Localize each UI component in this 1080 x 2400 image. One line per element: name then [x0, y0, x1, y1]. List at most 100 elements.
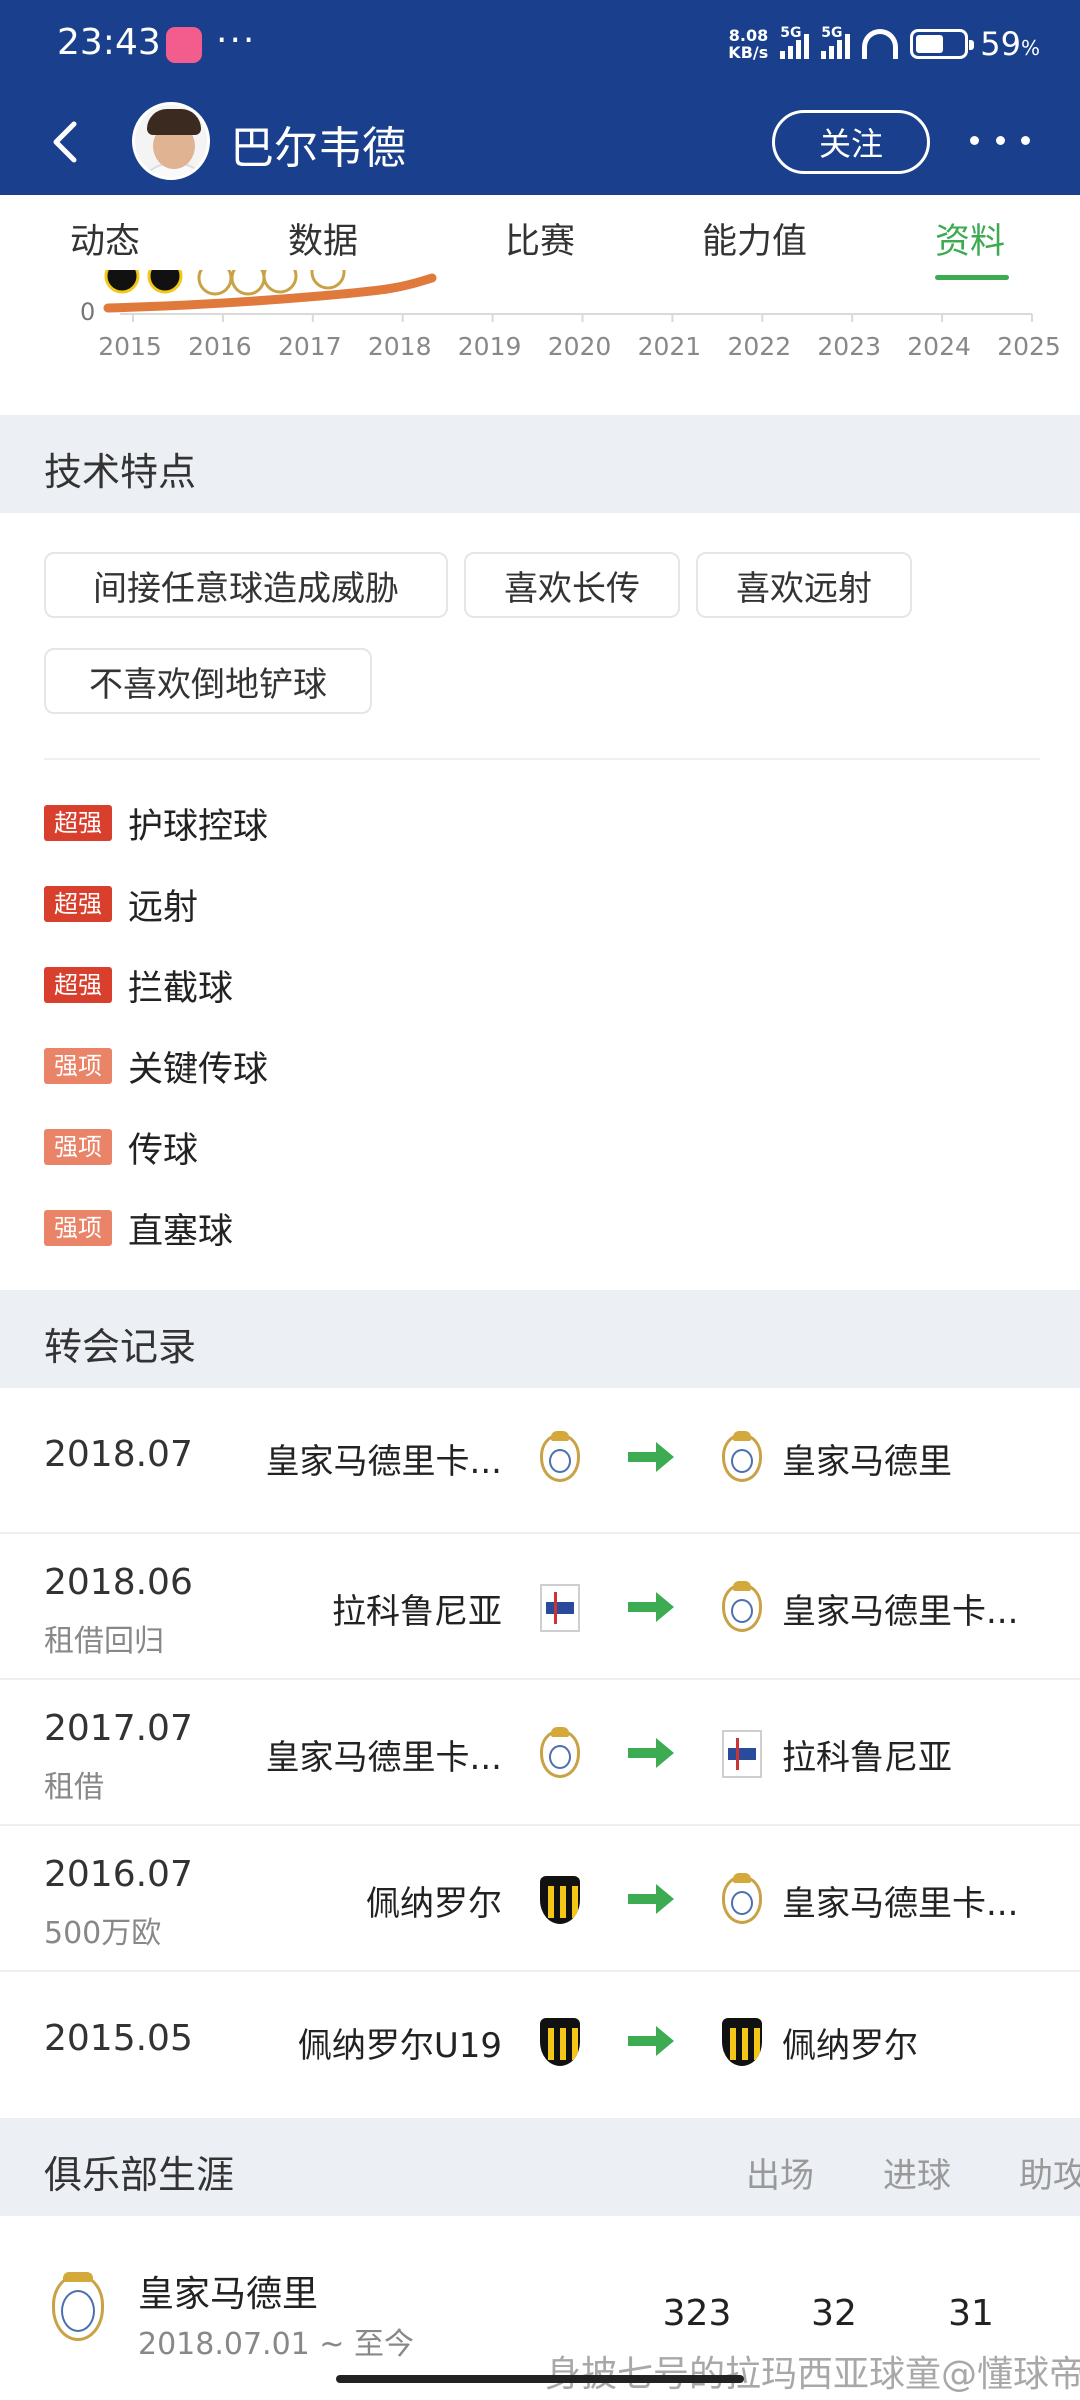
status-time: 23:43: [57, 22, 161, 63]
tab-ability[interactable]: 能力值: [702, 213, 807, 264]
penarol-crest-icon: [540, 2018, 580, 2066]
transfer-section-header: 转会记录: [0, 1290, 1080, 1388]
trait-label: 拦截球: [128, 968, 234, 1009]
bilibili-app-icon: [166, 27, 202, 63]
trait-level-badge: 强项: [44, 1129, 112, 1165]
career-period: 2018.07.01 ~ 至今: [138, 2327, 414, 2362]
x-tick-label: 2024: [907, 332, 971, 361]
transfer-to-club: 皇家马德里卡...: [782, 1592, 1019, 1632]
transfer-from-club: 拉科鲁尼亚: [332, 1592, 502, 1632]
wifi-icon: [862, 29, 899, 59]
x-tick-label: 2015: [98, 332, 162, 361]
player-header: 巴尔韦德 关注: [0, 90, 1080, 195]
career-club-name: 皇家马德里: [138, 2274, 319, 2315]
transfer-row[interactable]: 2016.07 500万欧 佩纳罗尔 皇家马德里卡...: [0, 1826, 1080, 1972]
real-madrid-crest-icon: [540, 1727, 580, 1778]
x-tick-label: 2021: [638, 332, 702, 361]
transfer-date: 2015.05: [44, 2018, 193, 2059]
tab-profile[interactable]: 资料: [935, 213, 1005, 264]
transfer-from-club: 皇家马德里卡...: [265, 1442, 502, 1482]
tech-section-title: 技术特点: [44, 450, 197, 494]
deportivo-crest-icon: [540, 1584, 580, 1632]
transfer-date: 2018.06: [44, 1562, 193, 1603]
transfer-note: 租借: [44, 1770, 104, 1805]
transfer-from-club: 佩纳罗尔U19: [297, 2026, 502, 2066]
x-tick-label: 2023: [817, 332, 881, 361]
status-bar: 23:43 ··· 8.08 KB/s 5G 5G 59%: [0, 0, 1080, 90]
real-madrid-marker: [310, 270, 346, 290]
x-tick-label: 2018: [368, 332, 432, 361]
career-assists: 31: [948, 2293, 994, 2334]
transfer-row[interactable]: 2018.07 皇家马德里卡... 皇家马德里: [0, 1388, 1080, 1534]
x-tick-label: 2017: [278, 332, 342, 361]
career-col-assists: 助攻: [1019, 2156, 1080, 2196]
home-indicator[interactable]: [336, 2375, 744, 2383]
top-bar: 23:43 ··· 8.08 KB/s 5G 5G 59% 巴尔韦德 关注: [0, 0, 1080, 195]
transfer-to-club: 佩纳罗尔: [782, 2026, 918, 2066]
transfer-date: 2018.07: [44, 1434, 193, 1475]
trait-label: 传球: [128, 1130, 199, 1171]
tech-section-header: 技术特点: [0, 415, 1080, 513]
trait-label: 护球控球: [128, 806, 269, 847]
player-avatar[interactable]: [132, 102, 210, 180]
transfer-section-title: 转会记录: [44, 1325, 197, 1369]
trait-row: 超强 拦截球: [44, 960, 233, 1010]
trait-row: 强项 传球: [44, 1122, 198, 1172]
x-tick-label: 2019: [458, 332, 522, 361]
tab-dynamics[interactable]: 动态: [70, 213, 140, 264]
penarol-marker: [104, 270, 140, 294]
back-icon[interactable]: [50, 120, 80, 164]
trait-row: 强项 关键传球: [44, 1041, 268, 1091]
follow-button[interactable]: 关注: [772, 110, 930, 174]
transfer-fee: 500万欧: [44, 1916, 162, 1951]
trait-level-badge: 超强: [44, 805, 112, 841]
status-right: 8.08 KB/s 5G 5G 59%: [728, 22, 1040, 66]
career-section-title: 俱乐部生涯: [44, 2153, 235, 2197]
real-madrid-crest-icon: [722, 1581, 762, 1632]
real-madrid-crest-icon: [722, 1873, 762, 1924]
signal-sim1-icon: 5G: [780, 25, 810, 59]
real-madrid-crest-icon: [52, 2272, 104, 2341]
transfer-arrow-icon: [628, 1884, 674, 1914]
transfer-date: 2016.07: [44, 1854, 193, 1895]
trait-level-badge: 超强: [44, 967, 112, 1003]
tech-tag: 不喜欢倒地铲球: [44, 648, 372, 714]
real-madrid-marker: [230, 270, 266, 296]
net-speed: 8.08 KB/s: [728, 26, 769, 62]
watermark: 身披七号的拉玛西亚球童@懂球帝: [545, 2354, 1080, 2395]
transfer-from-club: 皇家马德里卡...: [265, 1738, 502, 1778]
real-madrid-marker: [197, 270, 233, 296]
tech-tag: 间接任意球造成威胁: [44, 552, 448, 618]
tab-data[interactable]: 数据: [288, 213, 358, 264]
career-goals: 32: [811, 2293, 857, 2334]
tab-matches[interactable]: 比赛: [505, 213, 575, 264]
signal-sim2-icon: 5G: [821, 25, 851, 59]
penarol-crest-icon: [540, 1876, 580, 1924]
trait-row: 超强 护球控球: [44, 798, 268, 848]
trait-label: 远射: [128, 887, 199, 928]
trait-level-badge: 超强: [44, 886, 112, 922]
transfer-row[interactable]: 2015.05 佩纳罗尔U19 佩纳罗尔: [0, 1972, 1080, 2118]
transfer-date: 2017.07: [44, 1708, 193, 1749]
x-tick-label: 2022: [727, 332, 791, 361]
x-tick-label: 2020: [548, 332, 612, 361]
player-name: 巴尔韦德: [230, 123, 406, 174]
transfer-arrow-icon: [628, 2026, 674, 2056]
transfer-to-club: 皇家马德里卡...: [782, 1884, 1019, 1924]
career-col-goals: 进球: [883, 2156, 951, 2196]
transfer-arrow-icon: [628, 1592, 674, 1622]
transfer-to-club: 皇家马德里: [782, 1442, 952, 1482]
real-madrid-crest-icon: [722, 1431, 762, 1482]
trait-level-badge: 强项: [44, 1210, 112, 1246]
career-section-header: 俱乐部生涯 出场 进球 助攻: [0, 2118, 1080, 2216]
penarol-marker: [147, 270, 183, 294]
battery-icon: [910, 29, 975, 59]
real-madrid-crest-icon: [540, 1431, 580, 1482]
status-more-icon: ···: [216, 20, 257, 61]
transfer-row[interactable]: 2017.07 租借 皇家马德里卡... 拉科鲁尼亚: [0, 1680, 1080, 1826]
x-tick-label: 2025: [997, 332, 1061, 361]
trait-row: 强项 直塞球: [44, 1203, 233, 1253]
trait-level-badge: 强项: [44, 1048, 112, 1084]
more-options-icon[interactable]: [970, 120, 1030, 160]
transfer-row[interactable]: 2018.06 租借回归 拉科鲁尼亚 皇家马德里卡...: [0, 1534, 1080, 1680]
